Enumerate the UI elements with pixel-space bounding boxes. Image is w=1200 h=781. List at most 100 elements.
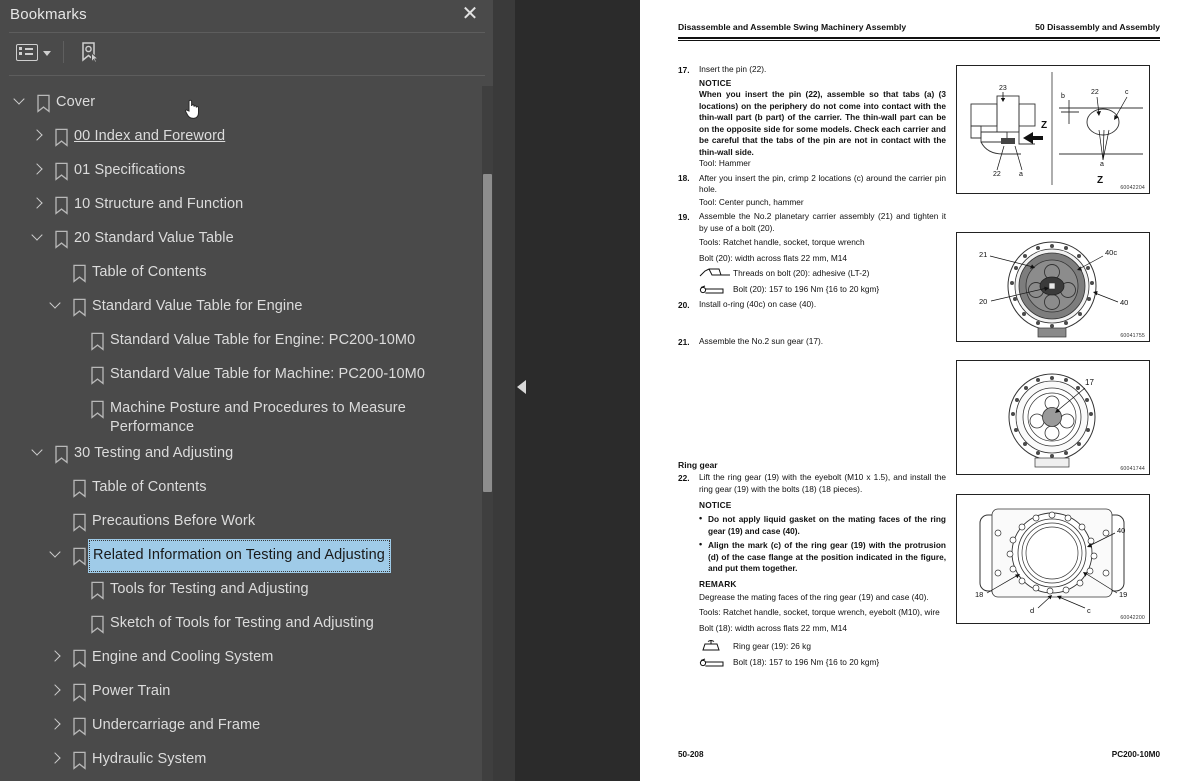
collapse-panel-arrow-icon[interactable] xyxy=(517,380,526,394)
chevron-glyph xyxy=(13,93,25,105)
figure-4-id: 60042200 xyxy=(1120,615,1145,621)
bookmark-item-label: 01 Specifications xyxy=(74,162,186,178)
bookmark-icon xyxy=(48,437,74,464)
bookmark-item[interactable]: Undercarriage and Frame xyxy=(0,709,493,743)
toolbar-separator xyxy=(63,41,64,63)
chevron-right-icon[interactable] xyxy=(26,154,48,175)
bookmark-icon xyxy=(30,86,56,113)
chevron-glyph xyxy=(49,718,61,730)
step-19-tools: Tools: Ratchet handle, socket, torque wr… xyxy=(699,237,865,247)
bookmark-icon xyxy=(84,573,110,600)
step-21-number: 21. xyxy=(678,336,690,347)
bookmark-item-label: 10 Structure and Function xyxy=(74,196,244,212)
step-22: 22. Lift the ring gear (19) with the eye… xyxy=(678,472,946,495)
step-19-text: Assemble the No.2 planetary carrier asse… xyxy=(699,211,946,233)
bookmark-item[interactable]: Hydraulic System xyxy=(0,743,493,777)
bookmark-item[interactable]: 00 Index and Foreword xyxy=(0,120,493,154)
bookmarks-tree[interactable]: Cover 00 Index and Foreword 01 Specificati… xyxy=(0,86,493,781)
chevron-right-icon[interactable] xyxy=(44,641,66,662)
step-21: 21. Assemble the No.2 sun gear (17). xyxy=(678,336,946,348)
chevron-glyph xyxy=(49,546,61,558)
bookmark-item[interactable]: Sketch of Tools for Testing and Adjustin… xyxy=(0,607,493,641)
chevron-right-icon[interactable] xyxy=(44,709,66,730)
chevron-right-icon[interactable] xyxy=(26,120,48,141)
torque-wrench-icon xyxy=(699,283,733,296)
step-18-number: 18. xyxy=(678,173,690,183)
ring-gear-heading: Ring gear xyxy=(678,460,718,470)
bookmark-item-label: Standard Value Table for Engine xyxy=(92,298,303,314)
chevron-down-icon[interactable] xyxy=(44,539,66,558)
chevron-right-icon[interactable] xyxy=(44,675,66,696)
bookmark-item[interactable]: Table of Contents xyxy=(0,471,493,505)
page-header-right: 50 Disassembly and Assembly xyxy=(1035,22,1160,32)
bookmark-item-label: Standard Value Table for Engine: PC200-1… xyxy=(110,332,416,348)
bookmark-item[interactable]: Engine and Cooling System xyxy=(0,641,493,675)
bookmark-item-label: Tools for Testing and Adjusting xyxy=(110,581,309,597)
bookmark-item[interactable]: Standard Value Table for Engine xyxy=(0,290,493,324)
step-17-number: 17. xyxy=(678,64,690,75)
figure-ring-gear: 40 18 19 d c 60042200 xyxy=(956,494,1150,624)
page-footer-left: 50-208 xyxy=(678,750,704,759)
chevron-down-icon[interactable] xyxy=(26,437,48,456)
bookmarks-scrollbar-track[interactable] xyxy=(482,86,493,781)
bookmark-icon xyxy=(66,471,92,498)
svg-text:21: 21 xyxy=(979,250,987,259)
chevron-down-icon[interactable] xyxy=(44,290,66,309)
step-19-adhesive-row: Threads on bolt (20): adhesive (LT-2) xyxy=(678,267,946,280)
svg-text:a: a xyxy=(1100,161,1104,168)
close-icon[interactable]: ✕ xyxy=(459,3,481,25)
step-20: 20. Install o-ring (40c) on case (40). xyxy=(678,299,946,311)
bookmark-item-label: Hydraulic System xyxy=(92,751,207,767)
chevron-down-icon[interactable] xyxy=(8,86,30,105)
step-21-text: Assemble the No.2 sun gear (17). xyxy=(699,336,824,346)
chevron-glyph xyxy=(49,752,61,764)
panel-title: Bookmarks xyxy=(10,5,87,23)
svg-text:40: 40 xyxy=(1117,526,1125,535)
document-page: Disassemble and Assemble Swing Machinery… xyxy=(640,0,1200,781)
bookmark-item[interactable]: Table of Contents xyxy=(0,256,493,290)
bookmark-item[interactable]: Related Information on Testing and Adjus… xyxy=(0,539,493,573)
bookmark-icon xyxy=(48,188,74,215)
bookmark-item[interactable]: Machine Posture and Procedures to Measur… xyxy=(0,392,493,437)
svg-text:18: 18 xyxy=(975,590,983,599)
list-options-icon xyxy=(16,43,38,61)
bookmark-item[interactable]: Cover xyxy=(0,86,493,120)
chevron-down-icon[interactable] xyxy=(26,222,48,241)
bookmark-item[interactable]: 01 Specifications xyxy=(0,154,493,188)
chevron-right-icon[interactable] xyxy=(44,743,66,764)
chevron-glyph xyxy=(31,129,43,141)
new-bookmark-button[interactable] xyxy=(74,38,104,66)
bookmark-item[interactable]: 10 Structure and Function xyxy=(0,188,493,222)
bookmark-item[interactable]: Standard Value Table for Engine: PC200-1… xyxy=(0,324,493,358)
page-header-left: Disassemble and Assemble Swing Machinery… xyxy=(678,22,907,32)
bookmark-item-label: Table of Contents xyxy=(92,479,207,495)
bookmark-item-label: Power Train xyxy=(92,683,171,699)
bookmark-options-button[interactable] xyxy=(12,41,55,64)
bookmark-item[interactable]: Standard Value Table for Machine: PC200-… xyxy=(0,358,493,392)
bookmark-item[interactable]: Power Train xyxy=(0,675,493,709)
toolbar-divider xyxy=(9,75,485,76)
new-bookmark-icon xyxy=(82,42,100,63)
bookmark-item[interactable]: 30 Testing and Adjusting xyxy=(0,437,493,471)
bookmark-item-label: Sketch of Tools for Testing and Adjustin… xyxy=(110,615,374,631)
step-19-torque-row: Bolt (20): 157 to 196 Nm {16 to 20 kgm} xyxy=(678,283,946,296)
bookmarks-toolbar xyxy=(0,33,493,71)
step-22-torque-row: Bolt (18): 157 to 196 Nm {16 to 20 kgm} xyxy=(678,656,946,669)
bookmarks-scrollbar-thumb[interactable] xyxy=(483,174,492,492)
step-22-notice-label: NOTICE xyxy=(699,500,732,510)
svg-text:22: 22 xyxy=(993,171,1001,178)
svg-text:d: d xyxy=(1030,606,1034,615)
bookmark-icon xyxy=(66,675,92,702)
page-sheet: Disassemble and Assemble Swing Machinery… xyxy=(640,0,1200,781)
bookmark-item[interactable]: Tools for Testing and Adjusting xyxy=(0,573,493,607)
figure-2-id: 60041755 xyxy=(1120,333,1145,339)
bookmark-item[interactable]: Precautions Before Work xyxy=(0,505,493,539)
bookmark-icon xyxy=(84,358,110,385)
bookmark-item-label: Related Information on Testing and Adjus… xyxy=(88,539,391,573)
chevron-right-icon[interactable] xyxy=(26,188,48,209)
step-20-number: 20. xyxy=(678,299,690,310)
svg-text:22: 22 xyxy=(1091,89,1099,96)
bookmark-item[interactable]: 20 Standard Value Table xyxy=(0,222,493,256)
